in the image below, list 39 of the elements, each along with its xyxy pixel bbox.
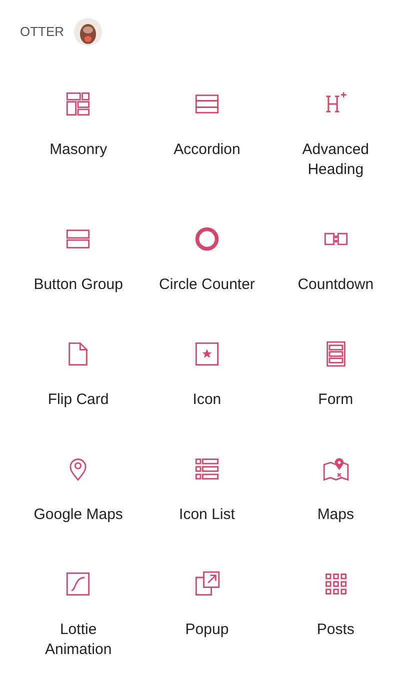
curve-box-icon (65, 571, 92, 597)
popup-window-icon (194, 571, 220, 597)
block-label: Popup (184, 620, 230, 640)
block-label: Posts (316, 620, 356, 640)
grid-layout-icon (65, 91, 92, 117)
block-label: Maps (316, 505, 355, 525)
ring-icon (194, 226, 220, 252)
post-grid-icon (322, 571, 349, 597)
block-label: Advanced Heading (301, 140, 370, 180)
block-label: Circle Counter (158, 275, 256, 295)
block-label: Form (317, 390, 354, 410)
block-item[interactable]: Posts (271, 571, 400, 660)
block-label: Icon (192, 390, 222, 410)
block-item[interactable]: Maps (271, 456, 400, 525)
list-icon (194, 456, 220, 482)
folded-map-pin-icon (322, 456, 349, 482)
block-item[interactable]: Accordion (142, 91, 272, 180)
block-item[interactable]: Popup (142, 571, 272, 660)
block-item[interactable]: Flip Card (14, 341, 143, 410)
block-label: Accordion (172, 140, 242, 160)
block-item[interactable]: Masonry (14, 91, 143, 180)
star-box-icon (194, 341, 220, 367)
block-item[interactable]: Advanced Heading (271, 91, 400, 180)
block-item[interactable]: Button Group (14, 226, 143, 295)
category-title: OTTER (20, 23, 64, 42)
block-item[interactable]: Icon (142, 341, 272, 410)
block-item[interactable]: Countdown (271, 226, 400, 295)
block-label: Lottie Animation (44, 620, 113, 660)
block-label: Icon List (178, 505, 236, 525)
block-label: Button Group (32, 275, 124, 295)
block-item[interactable]: Circle Counter (142, 226, 272, 295)
block-label: Countdown (296, 275, 375, 295)
block-item[interactable]: Lottie Animation (14, 571, 143, 660)
block-item[interactable]: Icon List (142, 456, 272, 525)
block-item[interactable]: Google Maps (14, 456, 143, 525)
block-label: Flip Card (46, 390, 110, 410)
block-label: Masonry (48, 140, 108, 160)
block-label: Google Maps (32, 505, 124, 525)
block-item[interactable]: Form (271, 341, 400, 410)
